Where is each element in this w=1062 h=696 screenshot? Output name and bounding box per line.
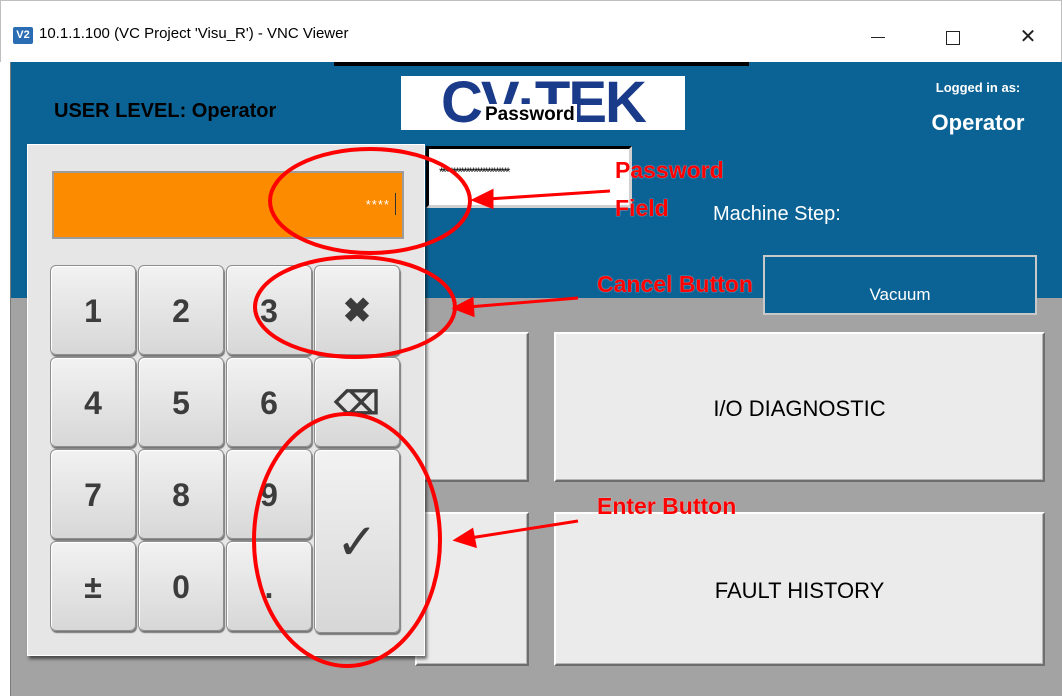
user-level-label: USER LEVEL: Operator — [54, 100, 277, 122]
maximize-button[interactable] — [924, 15, 982, 59]
key-9[interactable]: 9 — [226, 449, 312, 539]
menu-button-hidden-top[interactable] — [415, 332, 529, 482]
fault-history-button[interactable]: FAULT HISTORY — [554, 512, 1045, 666]
window-titlebar: V2 10.1.1.100 (VC Project 'Visu_R') - VN… — [0, 0, 1062, 62]
key-7[interactable]: 7 — [50, 449, 136, 539]
key-2[interactable]: 2 — [138, 265, 224, 355]
close-window-button[interactable]: ✕ — [999, 15, 1057, 59]
minimize-button[interactable] — [849, 15, 907, 59]
password-field[interactable]: ************************** — [426, 146, 632, 208]
password-field-annotation-line2: Field — [615, 195, 669, 221]
machine-step-label: Machine Step: — [713, 203, 841, 225]
maximize-icon — [946, 30, 960, 45]
logged-in-user: Operator — [931, 110, 1025, 135]
password-field-annotation-line1: Password — [615, 157, 724, 183]
key-6[interactable]: 6 — [226, 357, 312, 447]
key-0[interactable]: 0 — [138, 541, 224, 631]
io-diagnostic-button[interactable]: I/O DIAGNOSTIC — [554, 332, 1045, 482]
password-field-value: ************************** — [439, 165, 510, 179]
vacuum-status-box: Vacuum — [763, 255, 1037, 315]
header-divider — [334, 62, 749, 66]
key-5[interactable]: 5 — [138, 357, 224, 447]
keypad-display-value: **** — [365, 197, 390, 212]
key-8[interactable]: 8 — [138, 449, 224, 539]
key-decimal[interactable]: . — [226, 541, 312, 631]
cancel-button[interactable]: ✖ — [314, 265, 400, 355]
logged-in-label: Logged in as: — [935, 80, 1021, 95]
key-3[interactable]: 3 — [226, 265, 312, 355]
window-title: 10.1.1.100 (VC Project 'Visu_R') - VNC V… — [39, 25, 349, 42]
key-plus-minus[interactable]: ± — [50, 541, 136, 631]
backspace-button[interactable]: ⌫ — [314, 357, 400, 447]
vnc-viewer-app-icon: V2 — [13, 27, 33, 44]
minimize-icon — [871, 37, 885, 39]
password-dialog-title: Password — [483, 104, 577, 126]
key-1[interactable]: 1 — [50, 265, 136, 355]
menu-button-hidden-bottom[interactable] — [415, 512, 529, 666]
hmi-screen: USER LEVEL: Operator CV·TEK Password Log… — [10, 62, 1062, 696]
cancel-button-annotation: Cancel Button — [597, 271, 753, 297]
enter-button-annotation: Enter Button — [597, 493, 737, 519]
key-4[interactable]: 4 — [50, 357, 136, 447]
vacuum-label: Vacuum — [869, 285, 931, 304]
io-diagnostic-label: I/O DIAGNOSTIC — [713, 396, 886, 421]
text-caret — [395, 193, 396, 215]
enter-button[interactable]: ✓ — [314, 449, 400, 633]
fault-history-label: FAULT HISTORY — [714, 578, 885, 603]
keypad-display[interactable]: **** — [52, 171, 404, 239]
numeric-keypad: **** 1 2 3 ✖ 4 5 6 ⌫ 7 8 9 ✓ ± 0 . — [27, 144, 425, 656]
